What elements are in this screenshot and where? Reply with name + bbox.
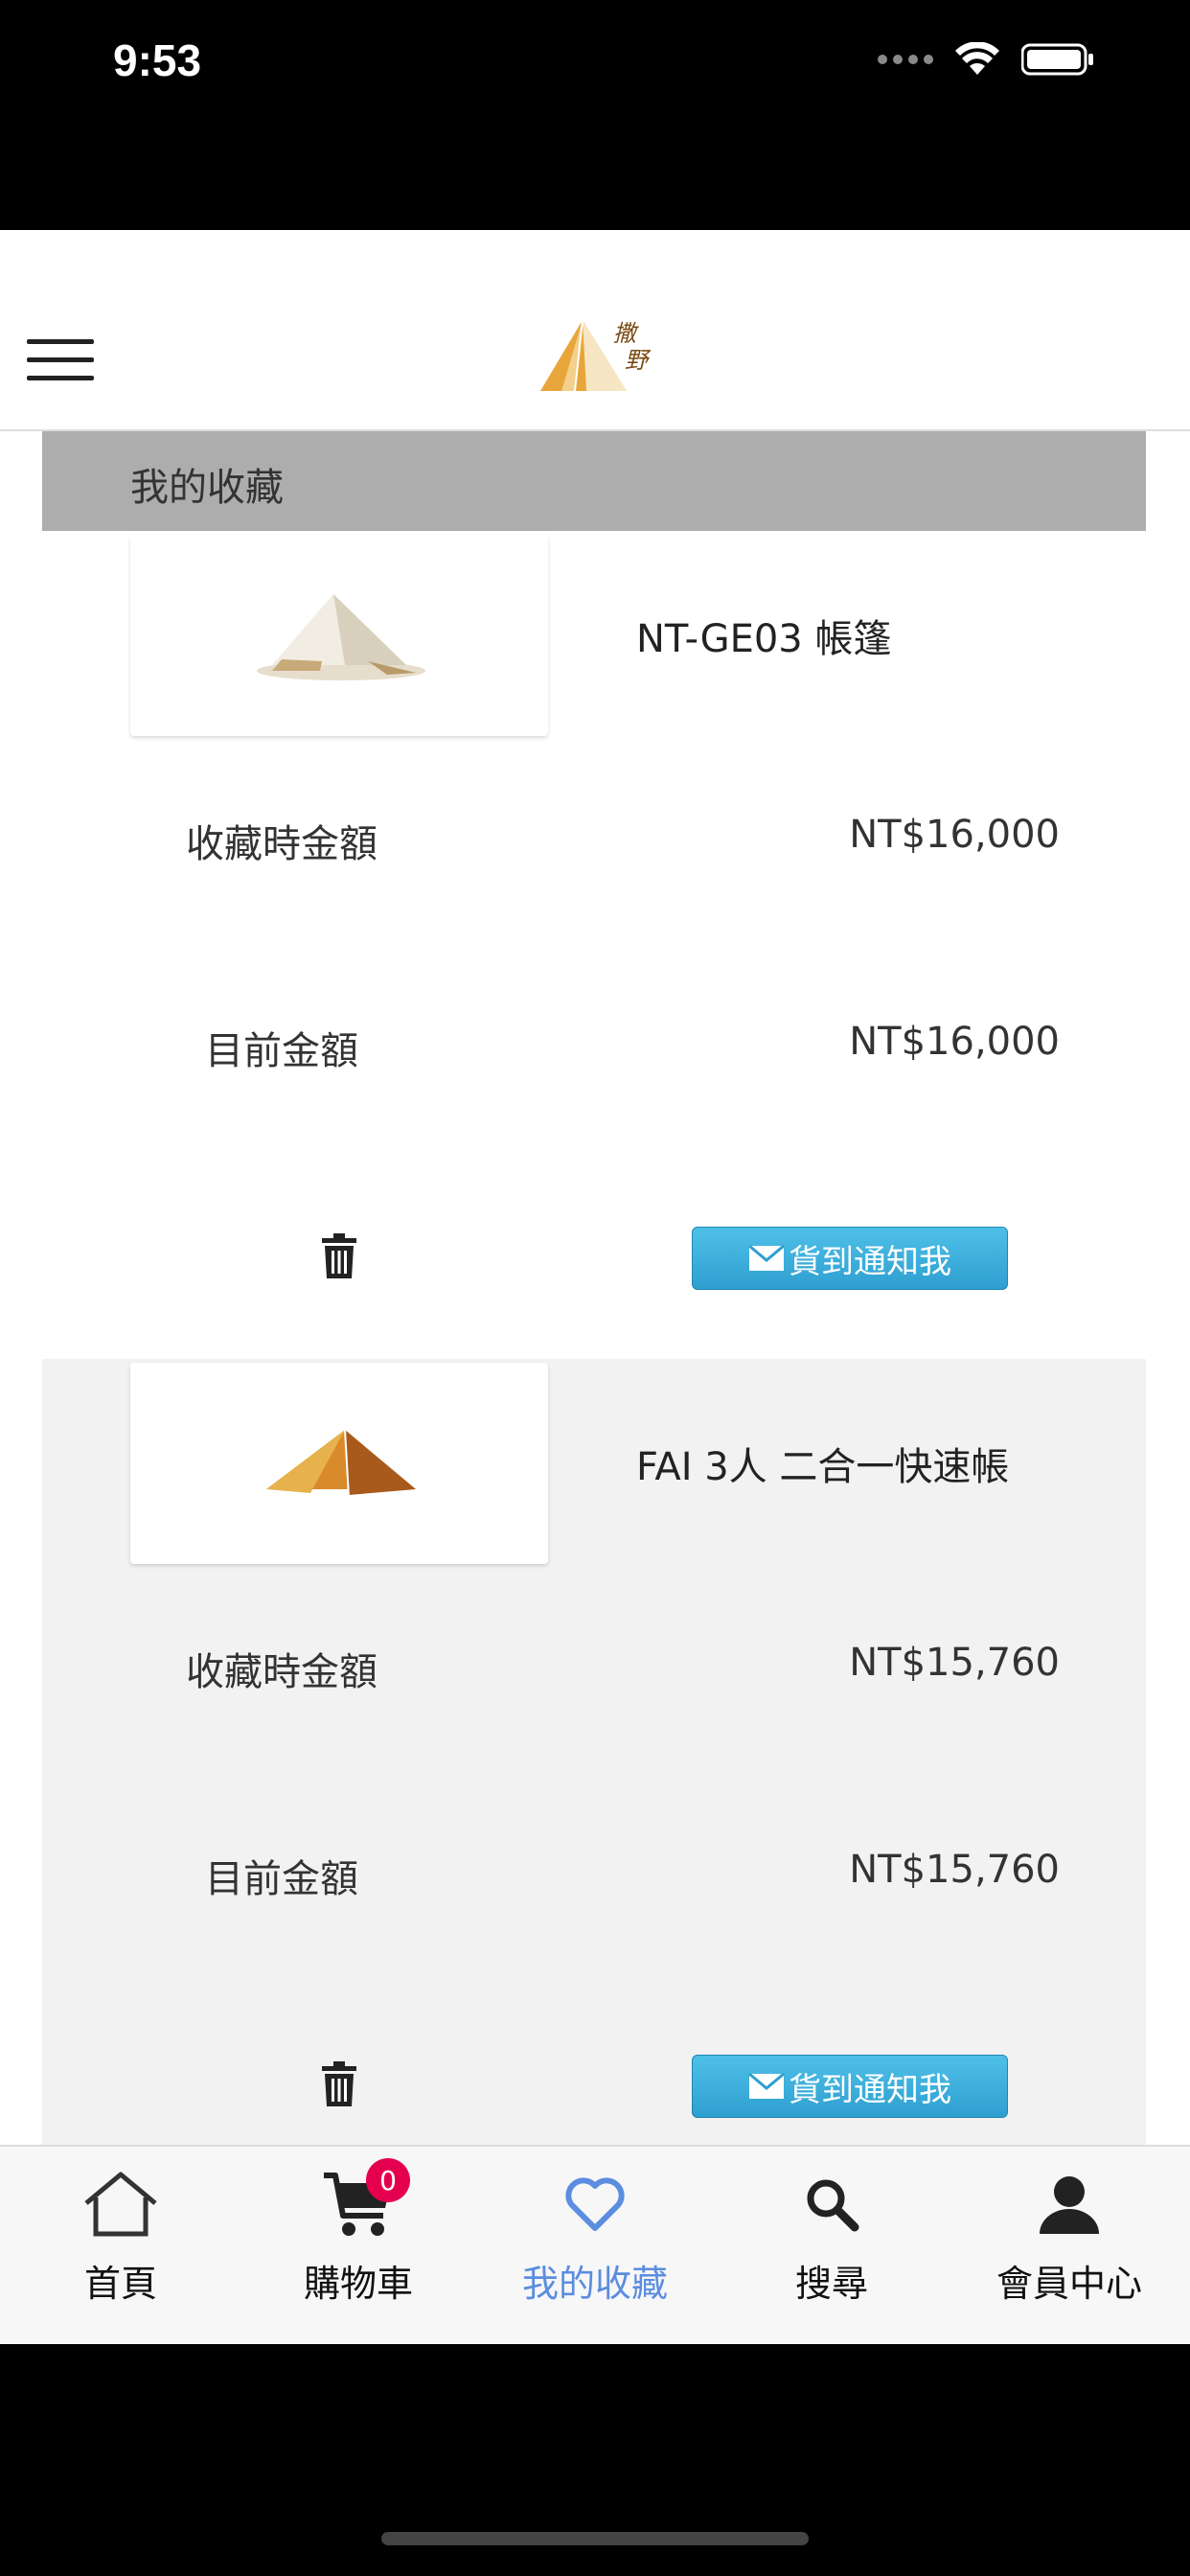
tab-cart[interactable]: 0 購物車	[240, 2147, 477, 2305]
product-thumbnail[interactable]	[130, 535, 548, 736]
svg-text:野: 野	[625, 347, 652, 374]
home-icon	[84, 2172, 157, 2237]
mail-icon	[748, 2073, 785, 2099]
tent-image	[257, 594, 425, 680]
heart-icon	[565, 2177, 625, 2231]
wifi-icon	[955, 42, 999, 75]
cart-badge: 0	[366, 2158, 410, 2202]
status-icons	[878, 42, 1094, 77]
signal-icon	[878, 55, 933, 64]
favorite-card: FAI 3人 二合一快速帳 收藏時金額 NT$15,760 目前金額 NT$15…	[42, 1359, 1146, 2181]
saved-price-value: NT$16,000	[849, 813, 1060, 857]
tab-label: 會員中心	[995, 2263, 1142, 2305]
notify-me-button[interactable]: 貨到通知我	[692, 1227, 1008, 1290]
product-name[interactable]: NT-GE03 帳篷	[636, 608, 891, 663]
notify-me-button[interactable]: 貨到通知我	[692, 2055, 1008, 2118]
notify-me-label: 貨到通知我	[789, 1242, 951, 1281]
favorite-card: NT-GE03 帳篷 收藏時金額 NT$16,000 目前金額 NT$16,00…	[42, 531, 1146, 1353]
notch	[293, 0, 897, 86]
tab-favorites[interactable]: 我的收藏	[476, 2147, 714, 2305]
tab-bar: 首頁 0 購物車 我的收藏 搜尋 會員中心	[0, 2145, 1190, 2344]
current-price-label: 目前金額	[205, 1029, 358, 1073]
menu-icon[interactable]	[27, 339, 94, 381]
tab-label: 我的收藏	[521, 2263, 668, 2305]
current-price-label: 目前金額	[205, 1857, 358, 1901]
section-title-bar: 我的收藏	[42, 431, 1146, 531]
tab-label: 首頁	[83, 2263, 157, 2305]
mail-icon	[748, 1245, 785, 1271]
product-name[interactable]: FAI 3人 二合一快速帳	[636, 1436, 1009, 1491]
notify-me-label: 貨到通知我	[789, 2070, 951, 2109]
app-header: 撒 野	[0, 230, 1190, 431]
svg-text:撒: 撒	[613, 320, 639, 347]
saved-price-value: NT$15,760	[849, 1641, 1060, 1685]
search-icon	[807, 2179, 859, 2232]
home-indicator[interactable]	[381, 2532, 809, 2545]
user-icon	[1040, 2176, 1099, 2234]
section-title: 我的收藏	[130, 466, 284, 510]
app-screen: 撒 野 我的收藏 NT-GE03 帳篷 收藏時金額 NT$16,000 目前金額…	[0, 230, 1190, 2344]
tent-image	[266, 1429, 416, 1498]
battery-icon	[1021, 43, 1093, 76]
tab-search[interactable]: 搜尋	[713, 2147, 950, 2305]
trash-icon[interactable]	[320, 2060, 358, 2108]
status-time: 9:53	[113, 35, 202, 85]
tab-label: 搜尋	[794, 2263, 868, 2305]
saved-price-label: 收藏時金額	[186, 1650, 378, 1694]
current-price-value: NT$15,760	[849, 1848, 1060, 1892]
tab-label: 購物車	[303, 2263, 413, 2305]
trash-icon[interactable]	[320, 1232, 358, 1280]
tab-home[interactable]: 首頁	[2, 2147, 240, 2305]
saved-price-label: 收藏時金額	[186, 822, 378, 866]
current-price-value: NT$16,000	[849, 1020, 1060, 1064]
tab-member[interactable]: 會員中心	[950, 2147, 1188, 2305]
brand-logo[interactable]: 撒 野	[533, 307, 657, 402]
product-thumbnail[interactable]	[130, 1363, 548, 1564]
